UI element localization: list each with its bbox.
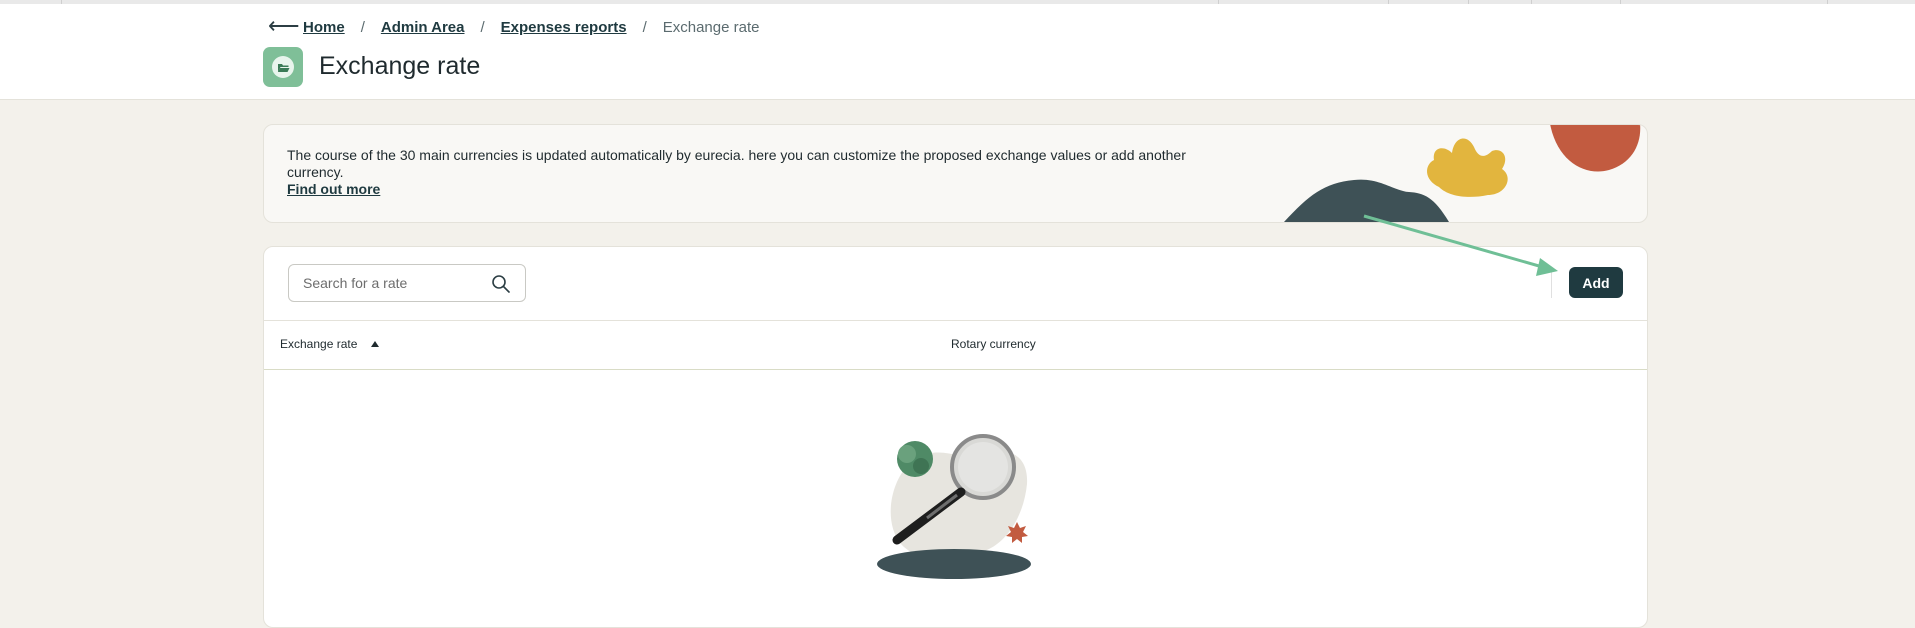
decorative-shapes-illustration [1284, 125, 1641, 222]
column-label: Exchange rate [280, 337, 358, 351]
find-out-more-link[interactable]: Find out more [287, 181, 380, 198]
column-header-exchange-rate[interactable]: Exchange rate [280, 337, 380, 351]
breadcrumb-home[interactable]: Home [303, 19, 345, 36]
back-arrow-icon[interactable]: ⟵ [268, 15, 300, 37]
page-title: Exchange rate [319, 52, 481, 80]
breadcrumb-separator: / [480, 18, 485, 36]
folder-open-icon [277, 63, 289, 72]
table-header: Exchange rate Rotary currency [264, 320, 1647, 370]
breadcrumb-admin-area[interactable]: Admin Area [381, 19, 465, 36]
column-header-rotary-currency[interactable]: Rotary currency [951, 337, 1036, 351]
search-box [288, 264, 526, 302]
info-banner: The course of the 30 main currencies is … [263, 124, 1648, 223]
sort-ascending-icon [371, 341, 380, 347]
breadcrumb: Home / Admin Area / Expenses reports / E… [303, 17, 759, 37]
search-input[interactable] [289, 265, 495, 301]
breadcrumb-expenses-reports[interactable]: Expenses reports [501, 19, 627, 36]
page-header: ⟵ Home / Admin Area / Expenses reports /… [0, 0, 1915, 100]
banner-text: The course of the 30 main currencies is … [287, 147, 1186, 180]
search-icon[interactable] [491, 274, 511, 294]
rates-panel: Add Exchange rate Rotary currency [263, 246, 1648, 628]
add-hint-arrow [1363, 214, 1558, 276]
banner-message: The course of the 30 main currencies is … [287, 147, 1217, 198]
page-icon [263, 47, 303, 87]
add-button[interactable]: Add [1569, 267, 1623, 298]
top-strip [0, 0, 1915, 4]
magnifying-glass-illustration [877, 434, 1031, 579]
breadcrumb-separator: / [360, 18, 365, 36]
breadcrumb-separator: / [642, 18, 647, 36]
breadcrumb-current: Exchange rate [662, 18, 760, 36]
